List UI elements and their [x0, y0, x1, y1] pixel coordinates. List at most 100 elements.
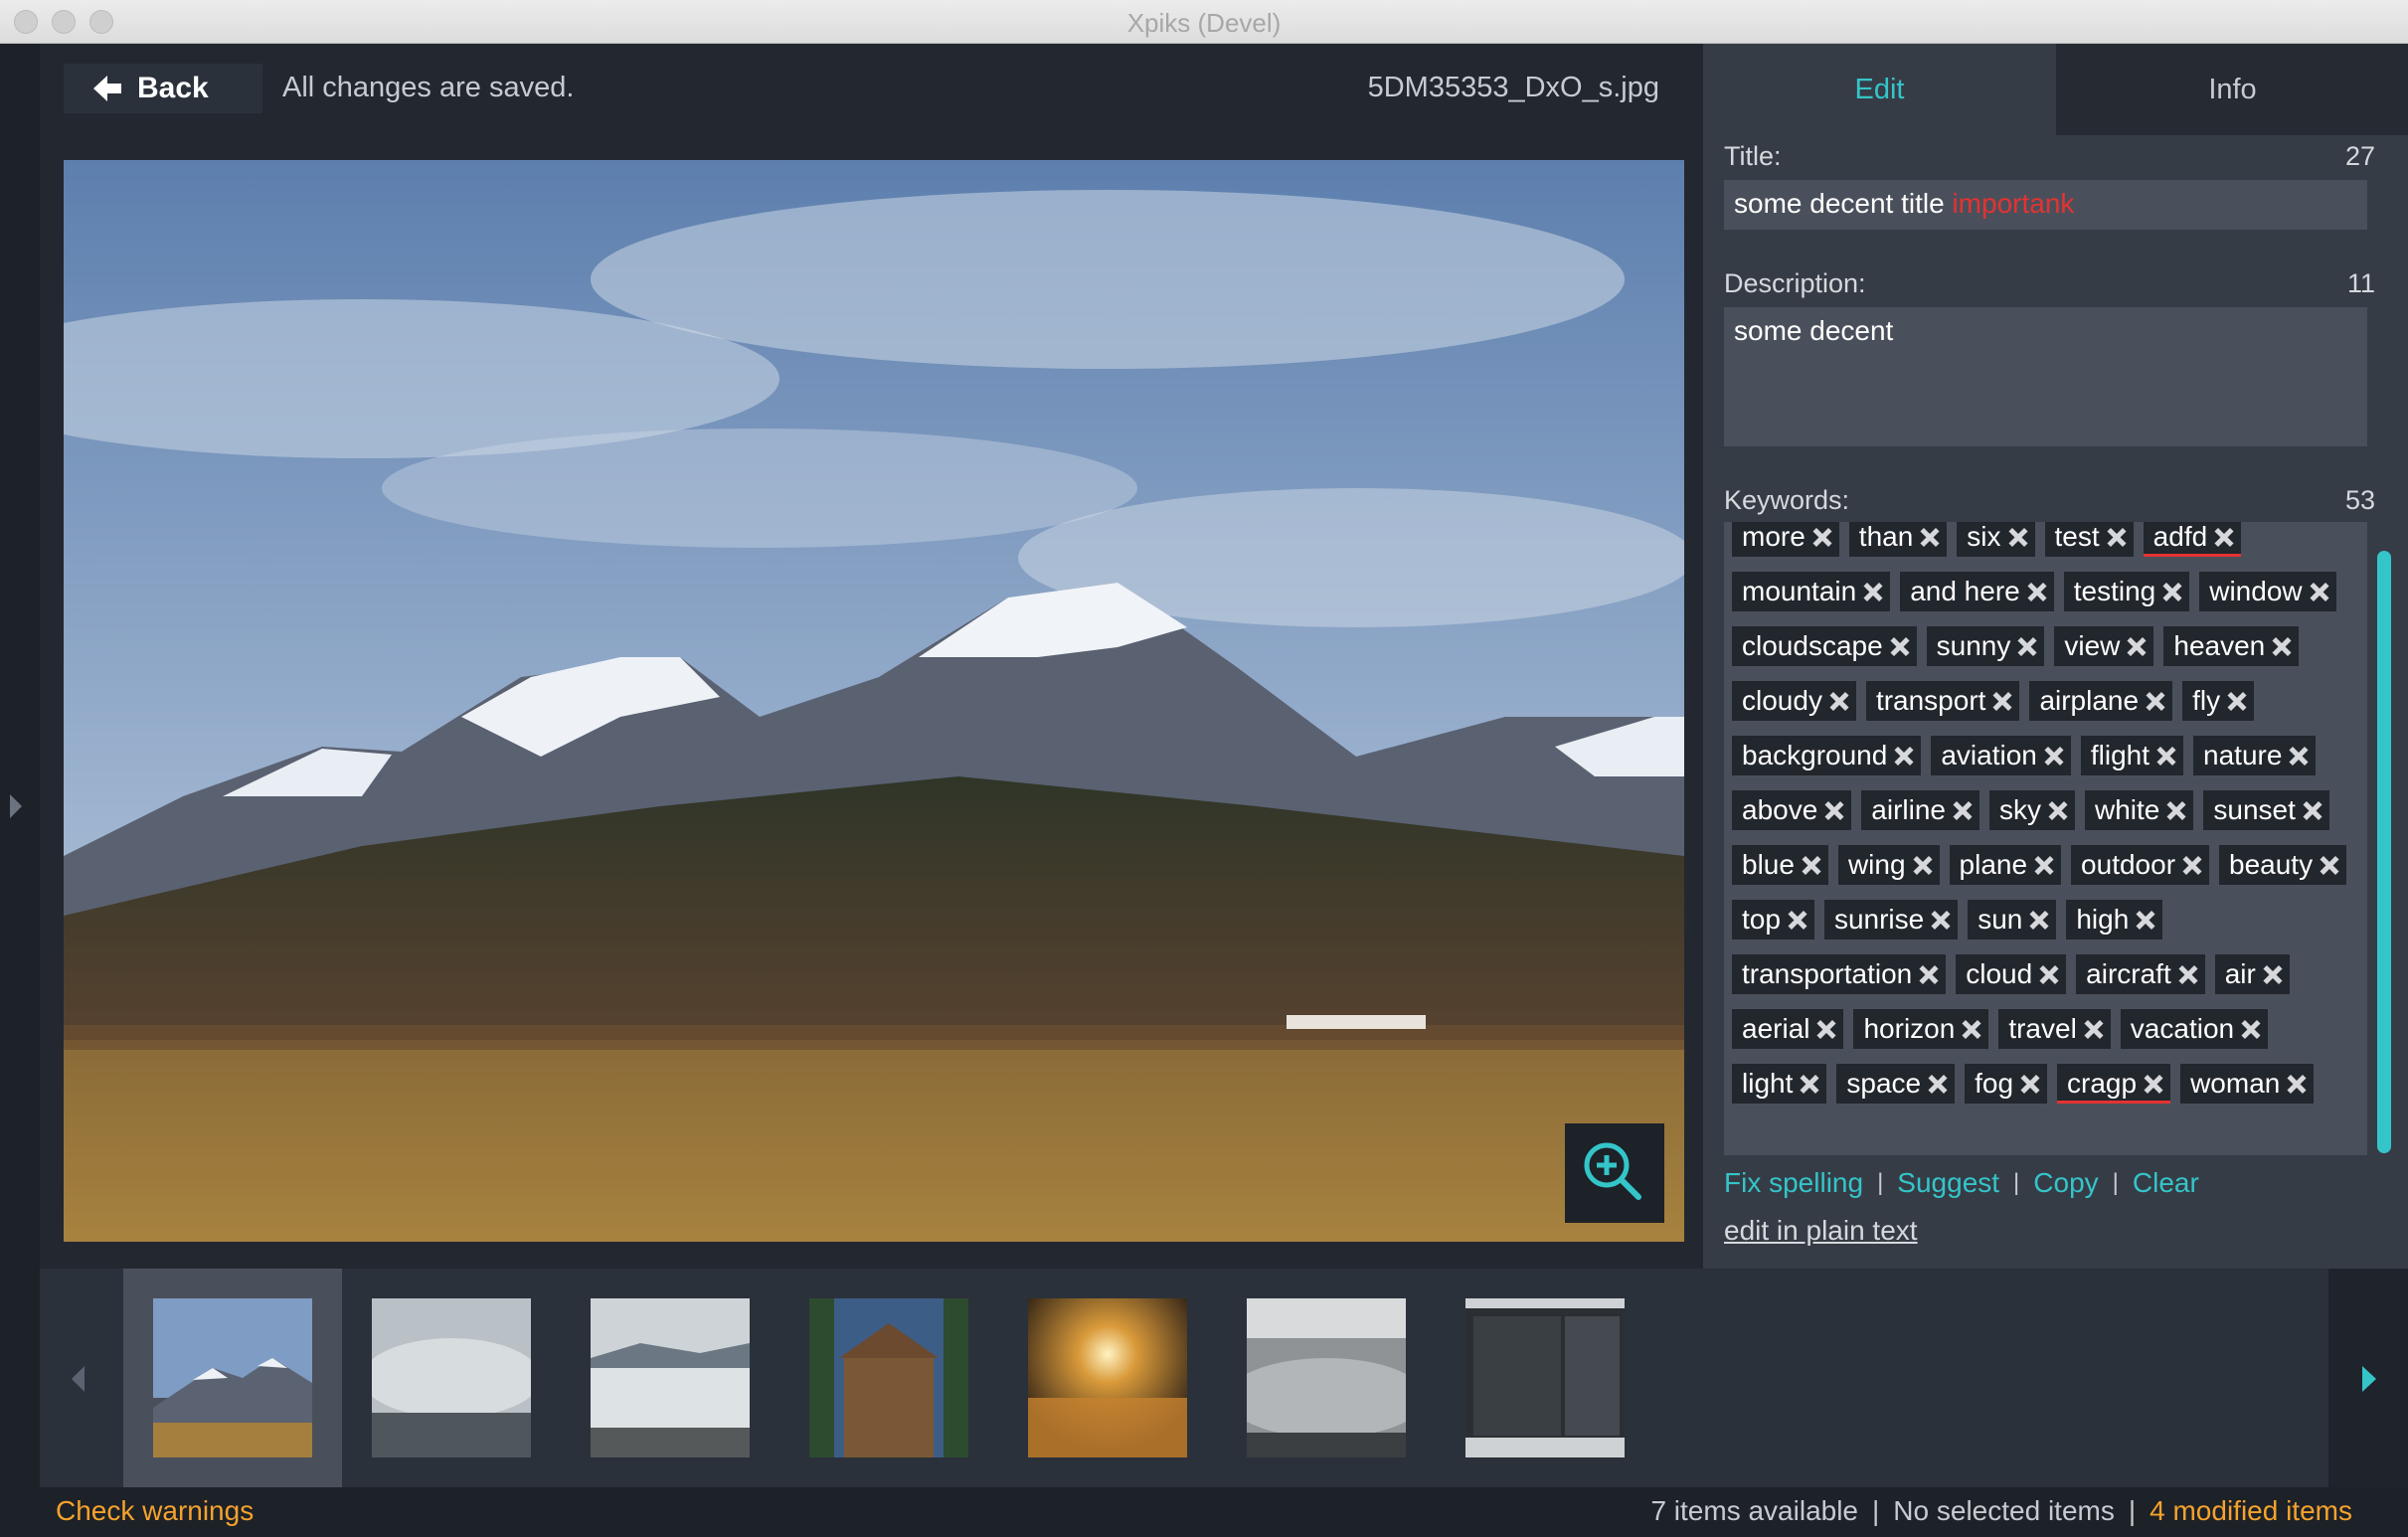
keyword-chip[interactable]: wing	[1837, 845, 1940, 885]
title-field[interactable]: some decent title importank	[1724, 180, 2367, 230]
remove-keyword-icon[interactable]	[2108, 528, 2126, 546]
remove-keyword-icon[interactable]	[1895, 747, 1913, 765]
left-panel-toggle[interactable]	[0, 44, 40, 1487]
remove-keyword-icon[interactable]	[1932, 911, 1950, 929]
keyword-chip[interactable]: fog	[1965, 1064, 2048, 1104]
edit-plain-text-link[interactable]: edit in plain text	[1724, 1215, 1918, 1247]
keyword-chip[interactable]: heaven	[2163, 626, 2300, 666]
remove-keyword-icon[interactable]	[2040, 965, 2058, 983]
suggest-link[interactable]: Suggest	[1897, 1167, 1999, 1199]
remove-keyword-icon[interactable]	[2147, 692, 2164, 710]
keyword-chip[interactable]: sun	[1968, 900, 2057, 939]
remove-keyword-icon[interactable]	[2228, 692, 2246, 710]
keyword-chip[interactable]: aviation	[1931, 736, 2071, 775]
thumbnail-3[interactable]	[591, 1298, 750, 1457]
remove-keyword-icon[interactable]	[2021, 1075, 2039, 1093]
keyword-chip[interactable]: transport	[1865, 681, 2020, 721]
keyword-chip[interactable]: airline	[1861, 790, 1979, 830]
remove-keyword-icon[interactable]	[1817, 1020, 1835, 1038]
keyword-chip[interactable]: sunset	[2203, 790, 2329, 830]
remove-keyword-icon[interactable]	[2304, 801, 2322, 819]
remove-keyword-icon[interactable]	[1993, 692, 2011, 710]
remove-keyword-icon[interactable]	[2045, 747, 2063, 765]
keyword-chip[interactable]: than	[1848, 522, 1948, 557]
remove-keyword-icon[interactable]	[2049, 801, 2067, 819]
remove-keyword-icon[interactable]	[2028, 583, 2046, 600]
remove-keyword-icon[interactable]	[2085, 1020, 2103, 1038]
keyword-chip[interactable]: and here	[1900, 572, 2054, 611]
keyword-chip[interactable]: aircraft	[2076, 954, 2205, 994]
thumbnail-7[interactable]	[1465, 1298, 1625, 1457]
remove-keyword-icon[interactable]	[2018, 637, 2036, 655]
remove-keyword-icon[interactable]	[2288, 1075, 2306, 1093]
remove-keyword-icon[interactable]	[2128, 637, 2146, 655]
remove-keyword-icon[interactable]	[2179, 965, 2197, 983]
keyword-chip[interactable]: beauty	[2219, 845, 2347, 885]
thumbnail-1[interactable]	[153, 1298, 312, 1457]
description-field[interactable]: some decent	[1724, 307, 2367, 446]
keyword-chip[interactable]: test	[2044, 522, 2134, 557]
thumbnail-5[interactable]	[1028, 1298, 1187, 1457]
remove-keyword-icon[interactable]	[1929, 1075, 1947, 1093]
remove-keyword-icon[interactable]	[1963, 1020, 1980, 1038]
keyword-chip[interactable]: vacation	[2120, 1009, 2269, 1049]
image-preview[interactable]	[64, 160, 1684, 1242]
keyword-chip[interactable]: flight	[2080, 736, 2184, 775]
remove-keyword-icon[interactable]	[1864, 583, 1882, 600]
remove-keyword-icon[interactable]	[1789, 911, 1806, 929]
keywords-editor[interactable]: more than six test adfd mountain and here testi…	[1724, 522, 2367, 1155]
zoom-in-button[interactable]	[1565, 1123, 1664, 1223]
keyword-chip[interactable]: mountain	[1732, 572, 1891, 611]
remove-keyword-icon[interactable]	[2273, 637, 2291, 655]
keyword-chip[interactable]: sunny	[1926, 626, 2045, 666]
keyword-chip[interactable]: horizon	[1853, 1009, 1989, 1049]
remove-keyword-icon[interactable]	[1813, 528, 1831, 546]
clear-link[interactable]: Clear	[2133, 1167, 2199, 1199]
remove-keyword-icon[interactable]	[1830, 692, 1848, 710]
keyword-chip[interactable]: aerial	[1732, 1009, 1844, 1049]
remove-keyword-icon[interactable]	[1801, 1075, 1818, 1093]
remove-keyword-icon[interactable]	[2242, 1020, 2260, 1038]
scroll-right-button[interactable]	[2328, 1269, 2408, 1487]
remove-keyword-icon[interactable]	[2157, 747, 2175, 765]
keyword-chip[interactable]: high	[2066, 900, 2163, 939]
keyword-chip[interactable]: light	[1732, 1064, 1827, 1104]
keyword-chip[interactable]: cloud	[1956, 954, 2067, 994]
remove-keyword-icon[interactable]	[2137, 911, 2154, 929]
keyword-chip[interactable]: travel	[1998, 1009, 2111, 1049]
keyword-chip[interactable]: white	[2085, 790, 2194, 830]
tab-info[interactable]: Info	[2056, 44, 2408, 135]
remove-keyword-icon[interactable]	[2290, 747, 2308, 765]
thumbnail-6[interactable]	[1247, 1298, 1406, 1457]
tab-edit[interactable]: Edit	[1703, 44, 2056, 135]
remove-keyword-icon[interactable]	[1954, 801, 1972, 819]
keyword-chip[interactable]: cragp	[2057, 1064, 2171, 1104]
keyword-chip[interactable]: outdoor	[2071, 845, 2210, 885]
keyword-chip[interactable]: adfd	[2143, 522, 2242, 557]
remove-keyword-icon[interactable]	[1891, 637, 1909, 655]
thumbnail-2[interactable]	[372, 1298, 531, 1457]
keyword-chip[interactable]: woman	[2180, 1064, 2315, 1104]
keyword-chip[interactable]: fly	[2182, 681, 2255, 721]
remove-keyword-icon[interactable]	[2163, 583, 2181, 600]
remove-keyword-icon[interactable]	[2009, 528, 2027, 546]
remove-keyword-icon[interactable]	[1803, 856, 1820, 874]
check-warnings-link[interactable]: Check warnings	[56, 1495, 254, 1527]
remove-keyword-icon[interactable]	[2321, 856, 2338, 874]
remove-keyword-icon[interactable]	[1825, 801, 1843, 819]
modified-items-link[interactable]: 4 modified items	[2150, 1495, 2352, 1527]
keyword-chip[interactable]: view	[2054, 626, 2154, 666]
remove-keyword-icon[interactable]	[2215, 528, 2233, 546]
keyword-chip[interactable]: window	[2199, 572, 2336, 611]
keyword-chip[interactable]: cloudscape	[1732, 626, 1917, 666]
keyword-chip[interactable]: space	[1836, 1064, 1956, 1104]
back-button[interactable]: Back	[64, 64, 262, 113]
keyword-chip[interactable]: airplane	[2029, 681, 2173, 721]
keyword-chip[interactable]: air	[2214, 954, 2290, 994]
keywords-scrollbar[interactable]	[2377, 551, 2391, 1153]
remove-keyword-icon[interactable]	[1920, 965, 1938, 983]
remove-keyword-icon[interactable]	[1921, 528, 1939, 546]
keyword-chip[interactable]: background	[1732, 736, 1922, 775]
remove-keyword-icon[interactable]	[2030, 911, 2048, 929]
copy-link[interactable]: Copy	[2033, 1167, 2098, 1199]
